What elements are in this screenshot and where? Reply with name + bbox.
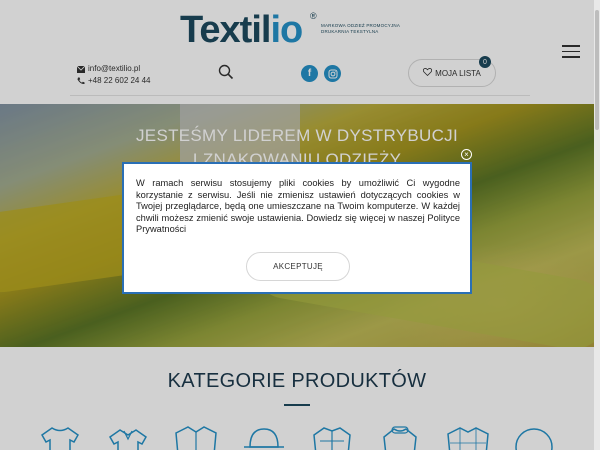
close-icon[interactable]: ×: [461, 149, 472, 160]
scrollbar-thumb[interactable]: [595, 10, 599, 130]
cookie-consent-text: W ramach serwisu stosujemy pliki cookies…: [136, 178, 460, 235]
page: Textilio ® MARKOWA ODZIEŻ PROMOCYJNA DRU…: [0, 0, 594, 450]
cookie-consent-dialog: W ramach serwisu stosujemy pliki cookies…: [122, 162, 472, 294]
page-scrollbar[interactable]: [594, 0, 600, 450]
accept-cookies-button[interactable]: AKCEPTUJĘ: [246, 252, 350, 281]
